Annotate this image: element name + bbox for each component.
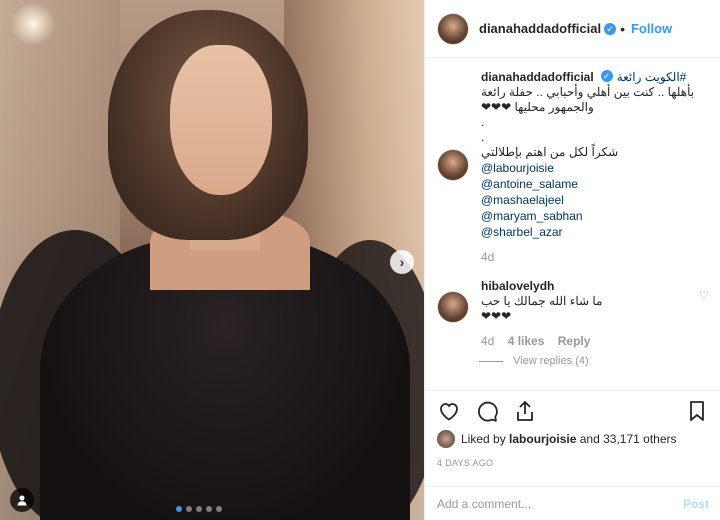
comment-row: hibalovelydh ما شاء الله جمالك يا حب ❤❤❤… — [437, 279, 709, 349]
likes-summary: Liked by labourjoisie and 33,171 others — [437, 430, 677, 448]
verified-badge-icon: ✓ — [604, 22, 617, 35]
caption-line: والجمهور محليها ❤❤❤ — [481, 100, 594, 114]
avatar[interactable] — [437, 12, 469, 45]
carousel-next-button[interactable]: › — [390, 250, 414, 274]
carousel-dot — [176, 506, 182, 512]
mention-link[interactable]: @maryam_sabhan — [481, 208, 618, 224]
comment-likes[interactable]: 4 likes — [508, 334, 545, 348]
comment-body: hibalovelydh ما شاء الله جمالك يا حب ❤❤❤… — [481, 279, 699, 349]
post-header: dianahaddadofficial ✓ • Follow — [425, 0, 720, 58]
likes-suffix[interactable]: and 33,171 others — [580, 432, 677, 446]
add-comment-bar: Post — [425, 486, 720, 520]
reply-button[interactable]: Reply — [558, 334, 591, 348]
comment-text: ما شاء الله جمالك يا حب — [481, 294, 603, 308]
verified-badge-icon: ✓ — [600, 70, 613, 82]
post-comment-button[interactable]: Post — [683, 497, 709, 511]
caption-avatar-spacer — [437, 70, 481, 145]
likes-prefix: Liked by — [461, 432, 506, 446]
caption-username[interactable]: dianahaddadofficial — [481, 70, 594, 85]
post-side-panel: dianahaddadofficial ✓ • Follow dianahadd… — [424, 0, 720, 520]
comment-input[interactable] — [437, 496, 683, 511]
comments-list[interactable]: dianahaddadofficial ✓ #الكويت رائعة بأهل… — [425, 70, 720, 388]
bookmark-icon[interactable] — [685, 399, 709, 423]
mention-link[interactable]: @sharbel_azar — [481, 224, 618, 240]
share-icon[interactable] — [513, 399, 537, 423]
mention-link[interactable]: @mashaelajeel — [481, 192, 618, 208]
carousel-indicator — [176, 506, 222, 512]
comment-meta: 4d 4 likes Reply — [481, 334, 699, 349]
caption-thanks-row: شكراً لكل من اهتم بإطلالتي @labourjoisie… — [437, 145, 709, 265]
post-actions — [425, 390, 720, 430]
mention-link[interactable]: @labourjoisie — [481, 160, 618, 176]
caption-line: شكراً لكل من اهتم بإطلالتي — [481, 145, 619, 159]
caption-text: dianahaddadofficial ✓ #الكويت رائعة بأهل… — [481, 70, 694, 145]
caption-age[interactable]: 4d — [481, 250, 494, 264]
follow-button[interactable]: Follow — [631, 21, 672, 36]
caption-line: . — [481, 130, 485, 144]
carousel-dot — [186, 506, 192, 512]
avatar[interactable] — [437, 149, 469, 181]
liker-avatar[interactable] — [437, 430, 455, 448]
comment-icon[interactable] — [475, 399, 499, 423]
chandelier-light — [8, 4, 58, 44]
mention-link[interactable]: @antoine_salame — [481, 176, 618, 192]
caption-line: بأهلها .. كنت بين أهلي وأحبابي .. حفلة ر… — [481, 85, 695, 99]
caption-hashtag[interactable]: #الكويت رائعة — [617, 70, 687, 85]
comment-username[interactable]: hibalovelydh — [481, 279, 554, 293]
post-username[interactable]: dianahaddadofficial — [479, 21, 601, 36]
user-icon — [17, 495, 27, 506]
carousel-dot — [206, 506, 212, 512]
photo-face — [170, 45, 272, 195]
avatar[interactable] — [437, 291, 469, 323]
tagged-users-icon[interactable] — [10, 488, 34, 512]
comment-age[interactable]: 4d — [481, 334, 494, 348]
heart-icon[interactable] — [437, 399, 461, 423]
comment-emoji: ❤❤❤ — [481, 309, 512, 323]
carousel-dot — [216, 506, 222, 512]
like-comment-heart-icon[interactable]: ♡ — [699, 279, 709, 349]
view-replies-button[interactable]: View replies (4) — [437, 355, 709, 367]
caption-thanks: شكراً لكل من اهتم بإطلالتي @labourjoisie… — [481, 145, 618, 265]
separator-dot: • — [620, 20, 625, 37]
post-photo[interactable]: › — [0, 0, 424, 520]
caption-meta: 4d — [481, 250, 618, 265]
carousel-dot — [196, 506, 202, 512]
liker-username[interactable]: labourjoisie — [509, 432, 576, 446]
caption-line: . — [481, 115, 485, 129]
caption-row: dianahaddadofficial ✓ #الكويت رائعة بأهل… — [437, 70, 709, 145]
post-timestamp[interactable]: 4 DAYS AGO — [437, 458, 493, 468]
caption-first-line: dianahaddadofficial ✓ #الكويت رائعة — [481, 70, 694, 85]
